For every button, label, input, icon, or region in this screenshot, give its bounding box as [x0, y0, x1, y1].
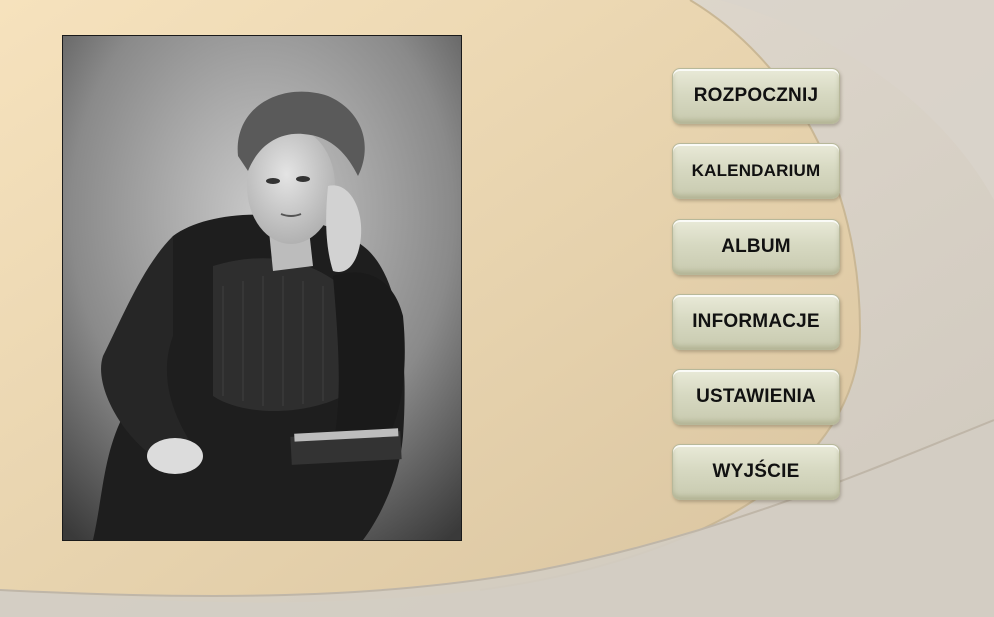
album-button[interactable]: ALBUM	[672, 219, 840, 275]
start-button[interactable]: ROZPOCZNIJ	[672, 68, 840, 124]
settings-button[interactable]: USTAWIENIA	[672, 369, 840, 425]
portrait-photo	[62, 35, 462, 541]
information-button[interactable]: INFORMACJE	[672, 294, 840, 350]
exit-button[interactable]: WYJŚCIE	[672, 444, 840, 500]
calendar-button[interactable]: KALENDARIUM	[672, 143, 840, 199]
